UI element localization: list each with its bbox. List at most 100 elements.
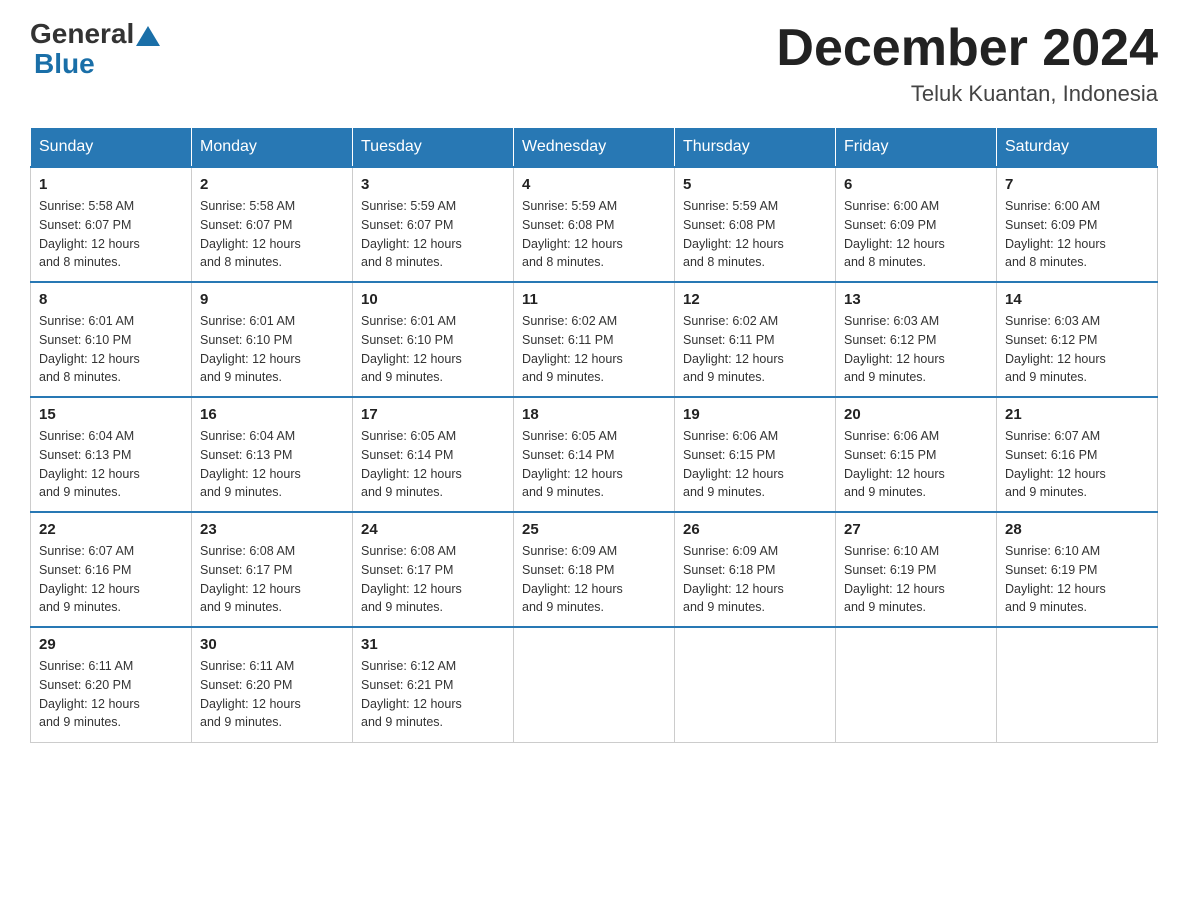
day-number: 28 <box>1005 521 1149 538</box>
day-info: Sunrise: 6:06 AMSunset: 6:15 PMDaylight:… <box>683 427 827 502</box>
day-info: Sunrise: 6:09 AMSunset: 6:18 PMDaylight:… <box>522 542 666 617</box>
calendar-cell: 19 Sunrise: 6:06 AMSunset: 6:15 PMDayligh… <box>675 397 836 512</box>
calendar-cell: 1 Sunrise: 5:58 AMSunset: 6:07 PMDaylight… <box>31 167 192 282</box>
col-header-wednesday: Wednesday <box>514 128 675 168</box>
calendar-cell <box>675 627 836 742</box>
day-number: 23 <box>200 521 344 538</box>
calendar-header-row: SundayMondayTuesdayWednesdayThursdayFrid… <box>31 128 1158 168</box>
calendar-cell: 11 Sunrise: 6:02 AMSunset: 6:11 PMDayligh… <box>514 282 675 397</box>
day-number: 13 <box>844 291 988 308</box>
day-info: Sunrise: 6:10 AMSunset: 6:19 PMDaylight:… <box>1005 542 1149 617</box>
calendar-cell: 12 Sunrise: 6:02 AMSunset: 6:11 PMDayligh… <box>675 282 836 397</box>
header: General Blue December 2024 Teluk Kuantan… <box>30 20 1158 107</box>
calendar-cell: 13 Sunrise: 6:03 AMSunset: 6:12 PMDayligh… <box>836 282 997 397</box>
calendar-cell: 28 Sunrise: 6:10 AMSunset: 6:19 PMDayligh… <box>997 512 1158 627</box>
day-info: Sunrise: 6:02 AMSunset: 6:11 PMDaylight:… <box>522 312 666 387</box>
day-info: Sunrise: 6:11 AMSunset: 6:20 PMDaylight:… <box>39 657 183 732</box>
day-info: Sunrise: 6:03 AMSunset: 6:12 PMDaylight:… <box>1005 312 1149 387</box>
day-number: 2 <box>200 176 344 193</box>
calendar-cell: 31 Sunrise: 6:12 AMSunset: 6:21 PMDayligh… <box>353 627 514 742</box>
calendar-cell: 6 Sunrise: 6:00 AMSunset: 6:09 PMDaylight… <box>836 167 997 282</box>
day-number: 14 <box>1005 291 1149 308</box>
day-info: Sunrise: 5:59 AMSunset: 6:07 PMDaylight:… <box>361 197 505 272</box>
calendar-cell: 15 Sunrise: 6:04 AMSunset: 6:13 PMDayligh… <box>31 397 192 512</box>
day-number: 30 <box>200 636 344 653</box>
day-info: Sunrise: 6:05 AMSunset: 6:14 PMDaylight:… <box>522 427 666 502</box>
calendar-table: SundayMondayTuesdayWednesdayThursdayFrid… <box>30 127 1158 743</box>
calendar-cell <box>997 627 1158 742</box>
month-title: December 2024 <box>776 20 1158 77</box>
day-info: Sunrise: 6:10 AMSunset: 6:19 PMDaylight:… <box>844 542 988 617</box>
calendar-cell: 24 Sunrise: 6:08 AMSunset: 6:17 PMDayligh… <box>353 512 514 627</box>
day-info: Sunrise: 6:07 AMSunset: 6:16 PMDaylight:… <box>39 542 183 617</box>
col-header-monday: Monday <box>192 128 353 168</box>
calendar-cell: 4Sunrise: 5:59 AMSunset: 6:08 PMDaylight… <box>514 167 675 282</box>
calendar-cell: 3Sunrise: 5:59 AMSunset: 6:07 PMDaylight… <box>353 167 514 282</box>
day-number: 11 <box>522 291 666 308</box>
day-number: 4 <box>522 176 666 193</box>
calendar-cell: 18 Sunrise: 6:05 AMSunset: 6:14 PMDayligh… <box>514 397 675 512</box>
calendar-week-row: 22 Sunrise: 6:07 AMSunset: 6:16 PMDayligh… <box>31 512 1158 627</box>
day-number: 26 <box>683 521 827 538</box>
day-info: Sunrise: 6:08 AMSunset: 6:17 PMDaylight:… <box>361 542 505 617</box>
day-info: Sunrise: 6:11 AMSunset: 6:20 PMDaylight:… <box>200 657 344 732</box>
day-info: Sunrise: 6:01 AMSunset: 6:10 PMDaylight:… <box>361 312 505 387</box>
title-area: December 2024 Teluk Kuantan, Indonesia <box>776 20 1158 107</box>
calendar-cell: 7 Sunrise: 6:00 AMSunset: 6:09 PMDaylight… <box>997 167 1158 282</box>
day-info: Sunrise: 6:03 AMSunset: 6:12 PMDaylight:… <box>844 312 988 387</box>
calendar-cell <box>836 627 997 742</box>
day-number: 25 <box>522 521 666 538</box>
day-info: Sunrise: 6:04 AMSunset: 6:13 PMDaylight:… <box>39 427 183 502</box>
day-number: 10 <box>361 291 505 308</box>
calendar-cell: 8Sunrise: 6:01 AMSunset: 6:10 PMDaylight… <box>31 282 192 397</box>
day-number: 24 <box>361 521 505 538</box>
calendar-cell: 20 Sunrise: 6:06 AMSunset: 6:15 PMDayligh… <box>836 397 997 512</box>
day-number: 1 <box>39 176 183 193</box>
col-header-saturday: Saturday <box>997 128 1158 168</box>
day-number: 22 <box>39 521 183 538</box>
col-header-sunday: Sunday <box>31 128 192 168</box>
day-number: 7 <box>1005 176 1149 193</box>
day-number: 5 <box>683 176 827 193</box>
day-info: Sunrise: 6:06 AMSunset: 6:15 PMDaylight:… <box>844 427 988 502</box>
day-number: 16 <box>200 406 344 423</box>
day-info: Sunrise: 6:02 AMSunset: 6:11 PMDaylight:… <box>683 312 827 387</box>
day-number: 12 <box>683 291 827 308</box>
day-number: 21 <box>1005 406 1149 423</box>
day-number: 29 <box>39 636 183 653</box>
calendar-cell: 21 Sunrise: 6:07 AMSunset: 6:16 PMDayligh… <box>997 397 1158 512</box>
logo-blue-text: Blue <box>34 48 95 79</box>
day-number: 19 <box>683 406 827 423</box>
day-info: Sunrise: 5:58 AMSunset: 6:07 PMDaylight:… <box>200 197 344 272</box>
day-info: Sunrise: 6:01 AMSunset: 6:10 PMDaylight:… <box>39 312 183 387</box>
calendar-cell: 29 Sunrise: 6:11 AMSunset: 6:20 PMDayligh… <box>31 627 192 742</box>
col-header-thursday: Thursday <box>675 128 836 168</box>
calendar-cell: 23 Sunrise: 6:08 AMSunset: 6:17 PMDayligh… <box>192 512 353 627</box>
calendar-week-row: 1 Sunrise: 5:58 AMSunset: 6:07 PMDaylight… <box>31 167 1158 282</box>
logo-triangle-icon <box>136 26 160 46</box>
logo-general-text: General <box>30 20 134 48</box>
calendar-week-row: 15 Sunrise: 6:04 AMSunset: 6:13 PMDayligh… <box>31 397 1158 512</box>
col-header-friday: Friday <box>836 128 997 168</box>
day-info: Sunrise: 6:04 AMSunset: 6:13 PMDaylight:… <box>200 427 344 502</box>
day-number: 15 <box>39 406 183 423</box>
logo: General Blue <box>30 20 162 80</box>
calendar-week-row: 29 Sunrise: 6:11 AMSunset: 6:20 PMDayligh… <box>31 627 1158 742</box>
day-info: Sunrise: 6:00 AMSunset: 6:09 PMDaylight:… <box>844 197 988 272</box>
day-number: 6 <box>844 176 988 193</box>
day-number: 20 <box>844 406 988 423</box>
calendar-cell: 17Sunrise: 6:05 AMSunset: 6:14 PMDayligh… <box>353 397 514 512</box>
day-info: Sunrise: 6:12 AMSunset: 6:21 PMDaylight:… <box>361 657 505 732</box>
day-number: 31 <box>361 636 505 653</box>
day-number: 18 <box>522 406 666 423</box>
day-info: Sunrise: 6:08 AMSunset: 6:17 PMDaylight:… <box>200 542 344 617</box>
day-info: Sunrise: 5:58 AMSunset: 6:07 PMDaylight:… <box>39 197 183 272</box>
calendar-cell: 9Sunrise: 6:01 AMSunset: 6:10 PMDaylight… <box>192 282 353 397</box>
col-header-tuesday: Tuesday <box>353 128 514 168</box>
day-info: Sunrise: 6:07 AMSunset: 6:16 PMDaylight:… <box>1005 427 1149 502</box>
location-title: Teluk Kuantan, Indonesia <box>776 81 1158 107</box>
day-number: 9 <box>200 291 344 308</box>
calendar-cell: 27Sunrise: 6:10 AMSunset: 6:19 PMDayligh… <box>836 512 997 627</box>
day-info: Sunrise: 5:59 AMSunset: 6:08 PMDaylight:… <box>683 197 827 272</box>
day-info: Sunrise: 6:00 AMSunset: 6:09 PMDaylight:… <box>1005 197 1149 272</box>
